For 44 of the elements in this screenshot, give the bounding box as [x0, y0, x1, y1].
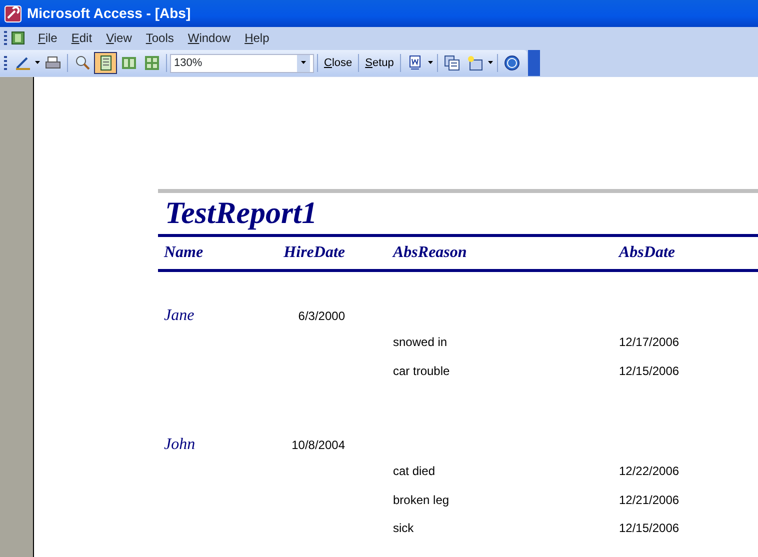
design-view-icon: [14, 55, 30, 71]
one-page-icon: [98, 55, 114, 71]
column-header: AbsDate: [619, 243, 676, 264]
one-page-button[interactable]: [94, 52, 117, 74]
word-document-icon: [407, 55, 424, 71]
menu-item[interactable]: Window: [180, 29, 238, 47]
new-object-icon: [467, 55, 484, 71]
reason-cell: sick: [393, 521, 414, 536]
name-cell: John: [164, 436, 196, 454]
print-icon: [44, 55, 60, 71]
column-header: Name: [162, 243, 204, 264]
database-window-icon: [444, 55, 460, 71]
reason-cell: car trouble: [393, 364, 450, 378]
form-icon[interactable]: [11, 31, 25, 45]
column-header: AbsReason: [391, 243, 468, 264]
date-cell: 12/15/2006: [619, 521, 680, 536]
name-cell: Jane: [164, 307, 194, 324]
setup-button[interactable]: Setup: [362, 54, 397, 72]
report-title: TestReport1: [164, 194, 318, 232]
menu-item[interactable]: Edit: [64, 29, 100, 47]
date-cell: 12/15/2006: [619, 364, 680, 378]
menu-item[interactable]: Tools: [138, 29, 181, 47]
date-cell: 12/17/2006: [619, 335, 680, 350]
zoom-icon: [74, 55, 90, 71]
reason-cell: cat died: [393, 464, 436, 478]
menu-item[interactable]: Help: [238, 29, 276, 47]
help-icon: [504, 55, 520, 71]
reason-cell: snowed in: [393, 335, 448, 350]
hire-date-cell: 10/8/2004: [292, 438, 345, 452]
zoom-field[interactable]: 130%: [170, 54, 314, 72]
menu-item[interactable]: File: [31, 29, 64, 47]
date-cell: 12/21/2006: [619, 492, 680, 507]
two-pages-icon: [120, 55, 136, 71]
hire-date-cell: 6/3/2000: [298, 309, 345, 324]
column-header: HireDate: [282, 243, 345, 264]
toolbar-options-button[interactable]: [528, 50, 540, 76]
zoom-value: 130%: [174, 56, 202, 71]
menu-item[interactable]: View: [99, 29, 139, 47]
reason-cell: broken leg: [393, 492, 450, 507]
date-cell: 12/22/2006: [619, 464, 680, 478]
window-title: Microsoft Access - [Abs]: [27, 4, 191, 23]
app-icon: [4, 4, 22, 22]
multiple-pages-icon: [144, 55, 160, 71]
close-button[interactable]: Close: [321, 54, 356, 72]
